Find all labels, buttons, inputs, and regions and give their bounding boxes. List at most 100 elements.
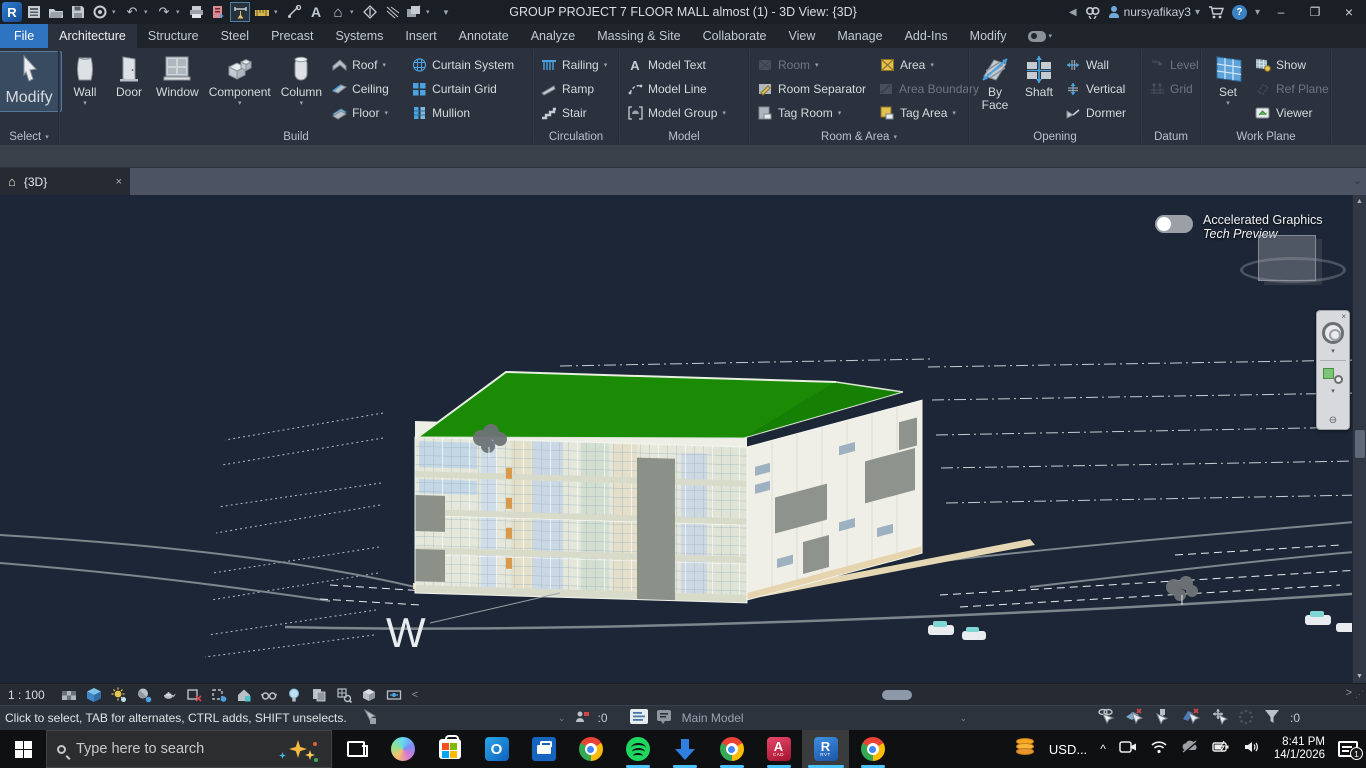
tab-structure[interactable]: Structure (137, 24, 210, 48)
temporary-hide-isolate-icon[interactable] (261, 687, 277, 703)
save-icon[interactable] (68, 2, 88, 22)
component-button[interactable]: Component ▾ (205, 51, 275, 109)
chrome-button-3[interactable] (849, 730, 896, 768)
minimize-button[interactable]: – (1268, 5, 1294, 19)
restore-button[interactable]: ❐ (1302, 5, 1328, 19)
3d-view-dropdown-icon[interactable]: ▾ (350, 8, 358, 16)
navbar-options-icon[interactable]: ⊖ (1329, 415, 1337, 426)
model-text-button[interactable]: AModel Text (624, 53, 729, 77)
tab-collaborate[interactable]: Collaborate (692, 24, 778, 48)
tray-overflow-icon[interactable]: ^ (1100, 742, 1106, 756)
revit-taskbar-button[interactable]: RRVT (802, 730, 849, 768)
task-view-button[interactable] (332, 730, 379, 768)
shadows-icon[interactable] (136, 687, 152, 703)
currency-app-icon[interactable] (1014, 738, 1036, 760)
column-dropdown-icon[interactable]: ▾ (300, 100, 304, 107)
viewcube-compass-ring[interactable] (1240, 257, 1346, 283)
revit-app-button[interactable]: R (2, 2, 22, 22)
vertical-opening-button[interactable]: Vertical (1062, 77, 1136, 101)
scroll-right-icon[interactable]: > (1346, 687, 1352, 699)
app-store-cart-icon[interactable] (1208, 5, 1224, 19)
collapse-infocenter-icon[interactable]: ◀ (1069, 7, 1077, 18)
select-underlay-icon[interactable] (1125, 708, 1144, 728)
view-tab-overflow-icon[interactable]: ⌄ (1353, 174, 1362, 187)
room-area-panel-label[interactable]: Room & Area▾ (750, 128, 968, 145)
view-tab-3d[interactable]: ⌂ {3D} × (0, 168, 130, 195)
sync-dropdown-icon[interactable]: ▾ (112, 8, 120, 16)
design-options-icon[interactable] (656, 709, 674, 727)
reveal-constraints-icon[interactable] (386, 687, 402, 703)
accelerated-graphics-toggle[interactable] (1155, 215, 1193, 233)
aligned-dimension-icon[interactable] (252, 2, 272, 22)
area-boundary-button[interactable]: Area Boundary (876, 77, 964, 101)
wall-opening-button[interactable]: Wall (1062, 53, 1136, 77)
component-dropdown-icon[interactable]: ▾ (238, 100, 242, 107)
tab-view[interactable]: View (778, 24, 827, 48)
select-pinned-icon[interactable] (1154, 708, 1171, 728)
customize-qat-icon[interactable]: ▼ (436, 2, 456, 22)
spotify-button[interactable] (614, 730, 661, 768)
tag-icon[interactable] (284, 2, 304, 22)
filter-icon[interactable] (1264, 709, 1280, 727)
editable-only-icon[interactable] (630, 709, 648, 727)
active-design-option[interactable]: Main Model (682, 711, 842, 725)
displacement-sets-icon[interactable] (361, 687, 377, 703)
roof-button[interactable]: Roof▾ (328, 53, 406, 77)
set-dropdown-icon[interactable]: ▾ (1226, 100, 1230, 107)
close-button[interactable]: × (1336, 4, 1362, 20)
level-button[interactable]: 1.0Level (1146, 53, 1202, 77)
room-separator-button[interactable]: Room Separator (754, 77, 874, 101)
column-button[interactable]: Column ▾ (277, 51, 326, 109)
select-panel-label[interactable]: Select▾ (0, 128, 58, 145)
section-icon[interactable] (360, 2, 380, 22)
scale-button[interactable]: 1 : 100 (8, 688, 45, 702)
print-icon[interactable] (186, 2, 206, 22)
set-work-plane-button[interactable]: Set ▾ (1206, 51, 1250, 109)
text-icon[interactable]: A (306, 2, 326, 22)
drag-on-selection-icon[interactable] (1210, 708, 1228, 728)
tab-file[interactable]: File (0, 24, 48, 48)
undo-icon[interactable]: ↶ (122, 2, 142, 22)
briefcase-app-button[interactable] (520, 730, 567, 768)
worksets-icon[interactable] (574, 710, 590, 727)
unlocked-3d-view-icon[interactable] (236, 687, 252, 703)
dormer-opening-button[interactable]: Dormer (1062, 101, 1136, 125)
help-dropdown-icon[interactable]: ▾ (1255, 7, 1260, 18)
show-crop-region-icon[interactable] (211, 687, 227, 703)
visual-style-icon[interactable] (86, 687, 102, 703)
view-tab-close-icon[interactable]: × (116, 176, 122, 188)
measure-icon[interactable] (230, 2, 250, 22)
taskbar-search[interactable] (46, 730, 332, 768)
currency-ticker[interactable]: USD... (1049, 742, 1087, 757)
viewer-button[interactable]: Viewer (1252, 101, 1326, 125)
tab-addins[interactable]: Add-Ins (894, 24, 959, 48)
room-button[interactable]: Room▾ (754, 53, 874, 77)
taskbar-clock[interactable]: 8:41 PM 14/1/2026 (1274, 736, 1325, 762)
grid-button[interactable]: Grid (1146, 77, 1202, 101)
horizontal-scroll-thumb[interactable] (882, 690, 912, 700)
notification-center-icon[interactable]: 1 (1338, 741, 1358, 757)
ref-plane-button[interactable]: Ref Plane (1252, 77, 1326, 101)
scroll-up-icon[interactable]: ▲ (1356, 195, 1363, 208)
tab-insert[interactable]: Insert (394, 24, 447, 48)
area-button[interactable]: Area▾ (876, 53, 964, 77)
redo-icon[interactable]: ↷ (154, 2, 174, 22)
autocad-button[interactable]: ACAD (755, 730, 802, 768)
modify-button[interactable]: Modify (0, 51, 62, 112)
microsoft-store-button[interactable] (426, 730, 473, 768)
ceiling-button[interactable]: Ceiling (328, 77, 406, 101)
floor-button[interactable]: Floor▾ (328, 101, 406, 125)
temporary-view-properties-icon[interactable] (311, 687, 327, 703)
volume-icon[interactable] (1244, 740, 1261, 759)
navbar-close-icon[interactable]: × (1341, 313, 1346, 321)
building-3d-model[interactable]: W (0, 195, 1366, 683)
select-links-icon[interactable] (1097, 708, 1115, 728)
undo-dropdown-icon[interactable]: ▾ (144, 8, 152, 16)
reveal-hidden-elements-icon[interactable] (286, 687, 302, 703)
meet-now-icon[interactable] (1119, 740, 1137, 759)
tag-area-button[interactable]: Tag Area▾ (876, 101, 964, 125)
thin-lines-icon[interactable] (382, 2, 402, 22)
select-by-face-icon[interactable] (1181, 708, 1200, 728)
transfer-standards-icon[interactable] (208, 2, 228, 22)
tab-analyze[interactable]: Analyze (520, 24, 586, 48)
